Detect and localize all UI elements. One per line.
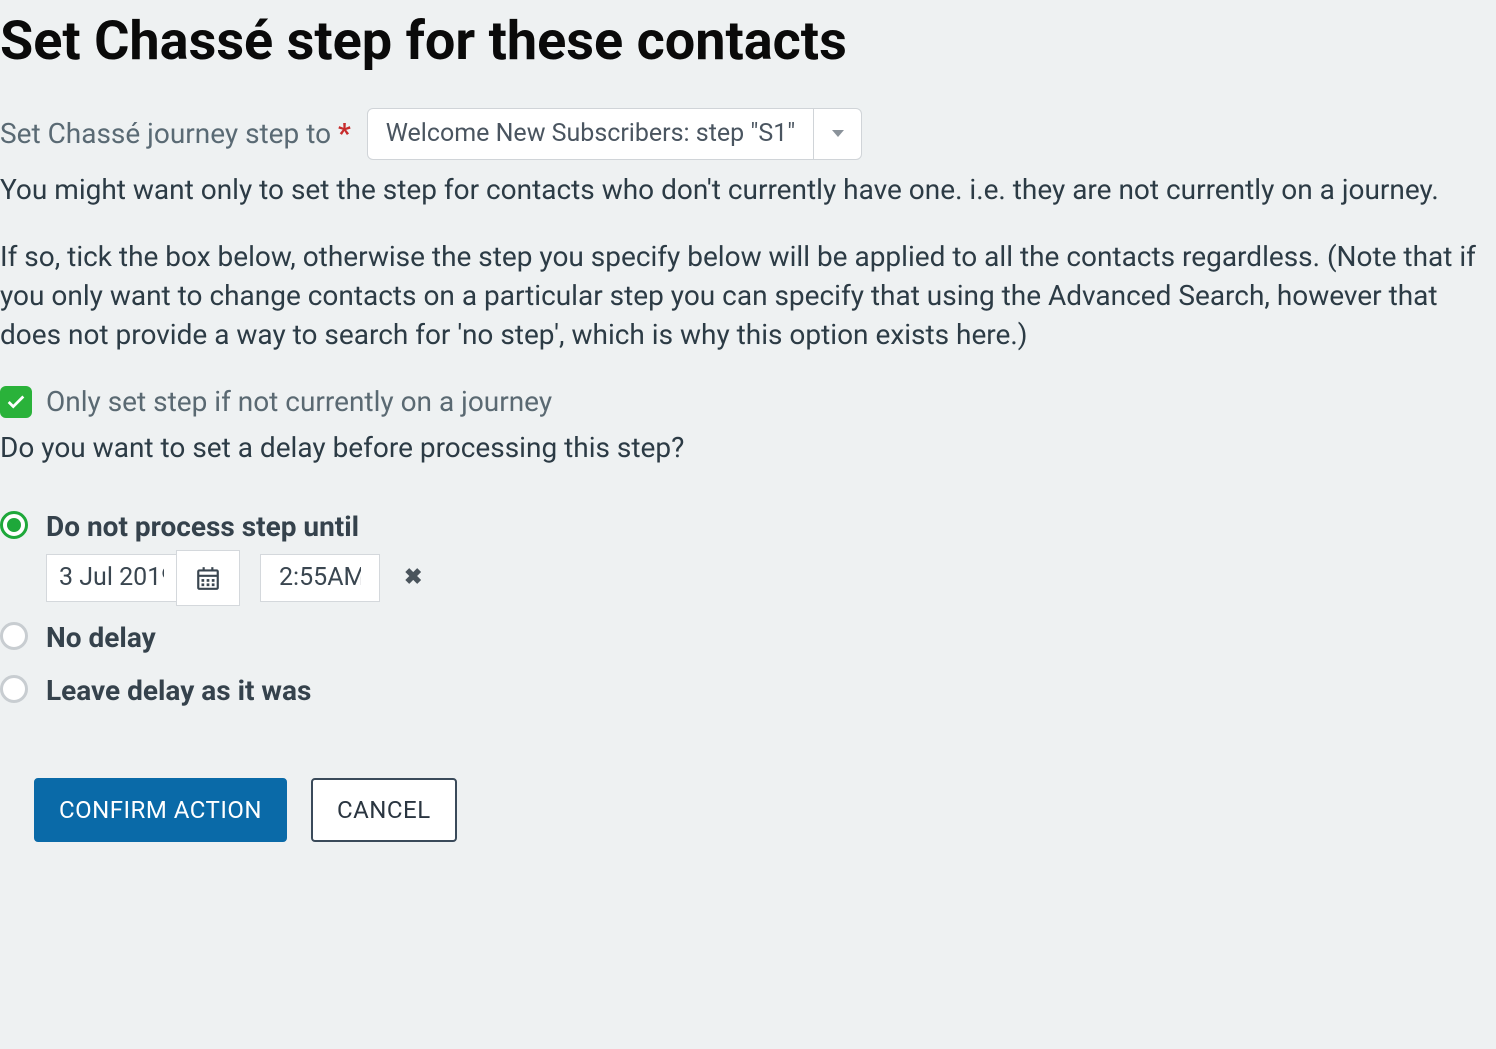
chevron-down-icon bbox=[832, 130, 844, 137]
delay-option-leave-label: Leave delay as it was bbox=[46, 671, 1496, 710]
only-if-no-journey-label: Only set step if not currently on a jour… bbox=[46, 382, 552, 421]
confirm-action-button[interactable]: CONFIRM ACTION bbox=[34, 778, 287, 842]
date-time-row: ✖ bbox=[46, 554, 1496, 602]
time-input[interactable] bbox=[260, 554, 380, 602]
page-title: Set Chassé step for these contacts bbox=[0, 4, 1496, 80]
button-row: CONFIRM ACTION CANCEL bbox=[34, 778, 1496, 842]
step-dropdown[interactable]: Welcome New Subscribers: step "S1" bbox=[367, 108, 863, 160]
only-if-no-journey-checkbox[interactable] bbox=[0, 386, 32, 418]
delay-option-no-delay-radio[interactable] bbox=[0, 622, 28, 650]
required-asterisk: * bbox=[338, 117, 351, 150]
delay-option-no-delay-label: No delay bbox=[46, 618, 1496, 657]
delay-option-leave-row: Leave delay as it was bbox=[0, 671, 1496, 718]
cancel-button[interactable]: CANCEL bbox=[311, 778, 457, 842]
checkmark-icon bbox=[5, 391, 27, 413]
step-select-row: Set Chassé journey step to * Welcome New… bbox=[0, 108, 1496, 160]
help-text: You might want only to set the step for … bbox=[0, 170, 1496, 355]
calendar-icon bbox=[195, 565, 221, 591]
only-if-no-journey-row: Only set step if not currently on a jour… bbox=[0, 382, 1496, 421]
delay-question: Do you want to set a delay before proces… bbox=[0, 428, 1496, 467]
help-paragraph-2: If so, tick the box below, otherwise the… bbox=[0, 237, 1496, 355]
step-select-label: Set Chassé journey step to * bbox=[0, 114, 351, 153]
delay-option-until-label: Do not process step until bbox=[46, 507, 1496, 546]
delay-option-until-radio[interactable] bbox=[0, 511, 28, 539]
step-dropdown-caret[interactable] bbox=[813, 109, 861, 159]
clear-time-icon[interactable]: ✖ bbox=[400, 563, 426, 594]
date-input-group bbox=[46, 554, 240, 602]
date-input[interactable] bbox=[46, 554, 176, 602]
delay-radio-group: Do not process step until bbox=[0, 507, 1496, 719]
delay-option-until-row: Do not process step until bbox=[0, 507, 1496, 612]
delay-option-leave-radio[interactable] bbox=[0, 675, 28, 703]
help-paragraph-1: You might want only to set the step for … bbox=[0, 170, 1496, 209]
step-dropdown-value: Welcome New Subscribers: step "S1" bbox=[368, 109, 814, 159]
calendar-button[interactable] bbox=[176, 550, 240, 606]
delay-option-no-delay-row: No delay bbox=[0, 618, 1496, 665]
